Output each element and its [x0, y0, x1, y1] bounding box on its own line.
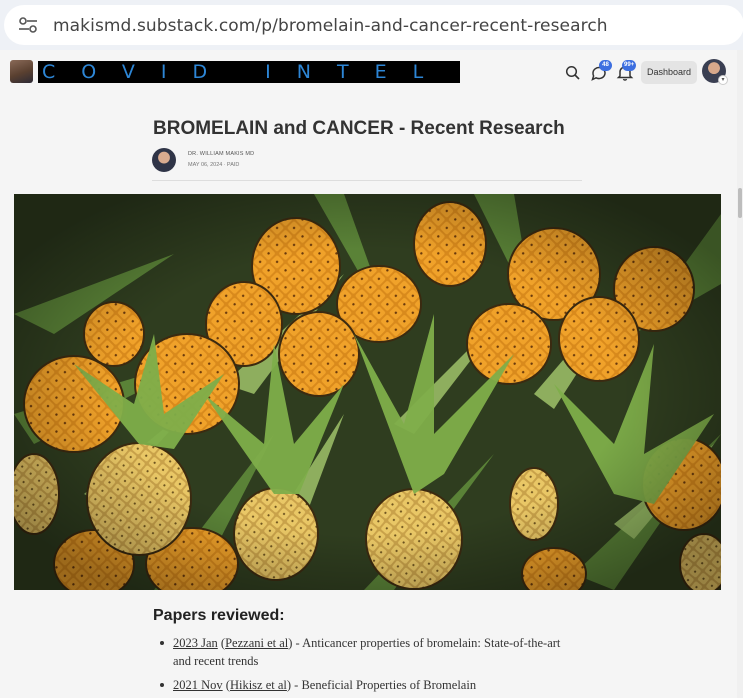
divider [152, 180, 582, 181]
dashboard-button[interactable]: Dashboard [641, 61, 697, 84]
scrollbar-track[interactable] [737, 50, 743, 698]
address-bar[interactable]: makismd.substack.com/p/bromelain-and-can… [4, 5, 743, 45]
paper-year-link[interactable]: 2023 Jan [173, 636, 218, 650]
hero-image-pineapples [14, 194, 721, 590]
section-heading: Papers reviewed: [153, 607, 285, 624]
paper-title: Beneficial Properties of Bromelain [301, 678, 477, 692]
search-icon[interactable] [564, 64, 582, 82]
paper-author-link[interactable]: Hikisz et al [230, 678, 287, 692]
list-item: 2023 Jan (Pezzani et al) - Anticancer pr… [153, 634, 573, 670]
post-date: MAY 06, 2024 ∙ PAID [188, 162, 240, 168]
notification-badge: 99+ [622, 60, 637, 71]
publication-header: COVID INTEL 48 99+ Dashboard ▾ [0, 50, 737, 98]
publication-banner[interactable]: COVID INTEL [38, 61, 460, 83]
chevron-down-icon[interactable]: ▾ [718, 75, 728, 85]
author-avatar[interactable] [152, 148, 176, 172]
url-text[interactable]: makismd.substack.com/p/bromelain-and-can… [53, 16, 608, 36]
paper-year-link[interactable]: 2021 Nov [173, 678, 223, 692]
bullet [160, 683, 164, 687]
publication-logo[interactable] [10, 60, 33, 83]
list-item: 2021 Nov (Hikisz et al) - Beneficial Pro… [153, 676, 573, 694]
browser-toolbar: makismd.substack.com/p/bromelain-and-can… [0, 0, 743, 50]
papers-list: 2023 Jan (Pezzani et al) - Anticancer pr… [153, 634, 573, 698]
bullet [160, 641, 164, 645]
chat-badge: 48 [599, 60, 612, 71]
article-title: BROMELAIN and CANCER - Recent Research [153, 118, 565, 139]
user-avatar[interactable]: ▾ [702, 59, 728, 85]
paper-author-link[interactable]: Pezzani et al [225, 636, 288, 650]
tune-icon[interactable] [18, 16, 38, 34]
scrollbar-thumb[interactable] [738, 188, 742, 218]
author-name[interactable]: DR. WILLIAM MAKIS MD [188, 151, 254, 157]
